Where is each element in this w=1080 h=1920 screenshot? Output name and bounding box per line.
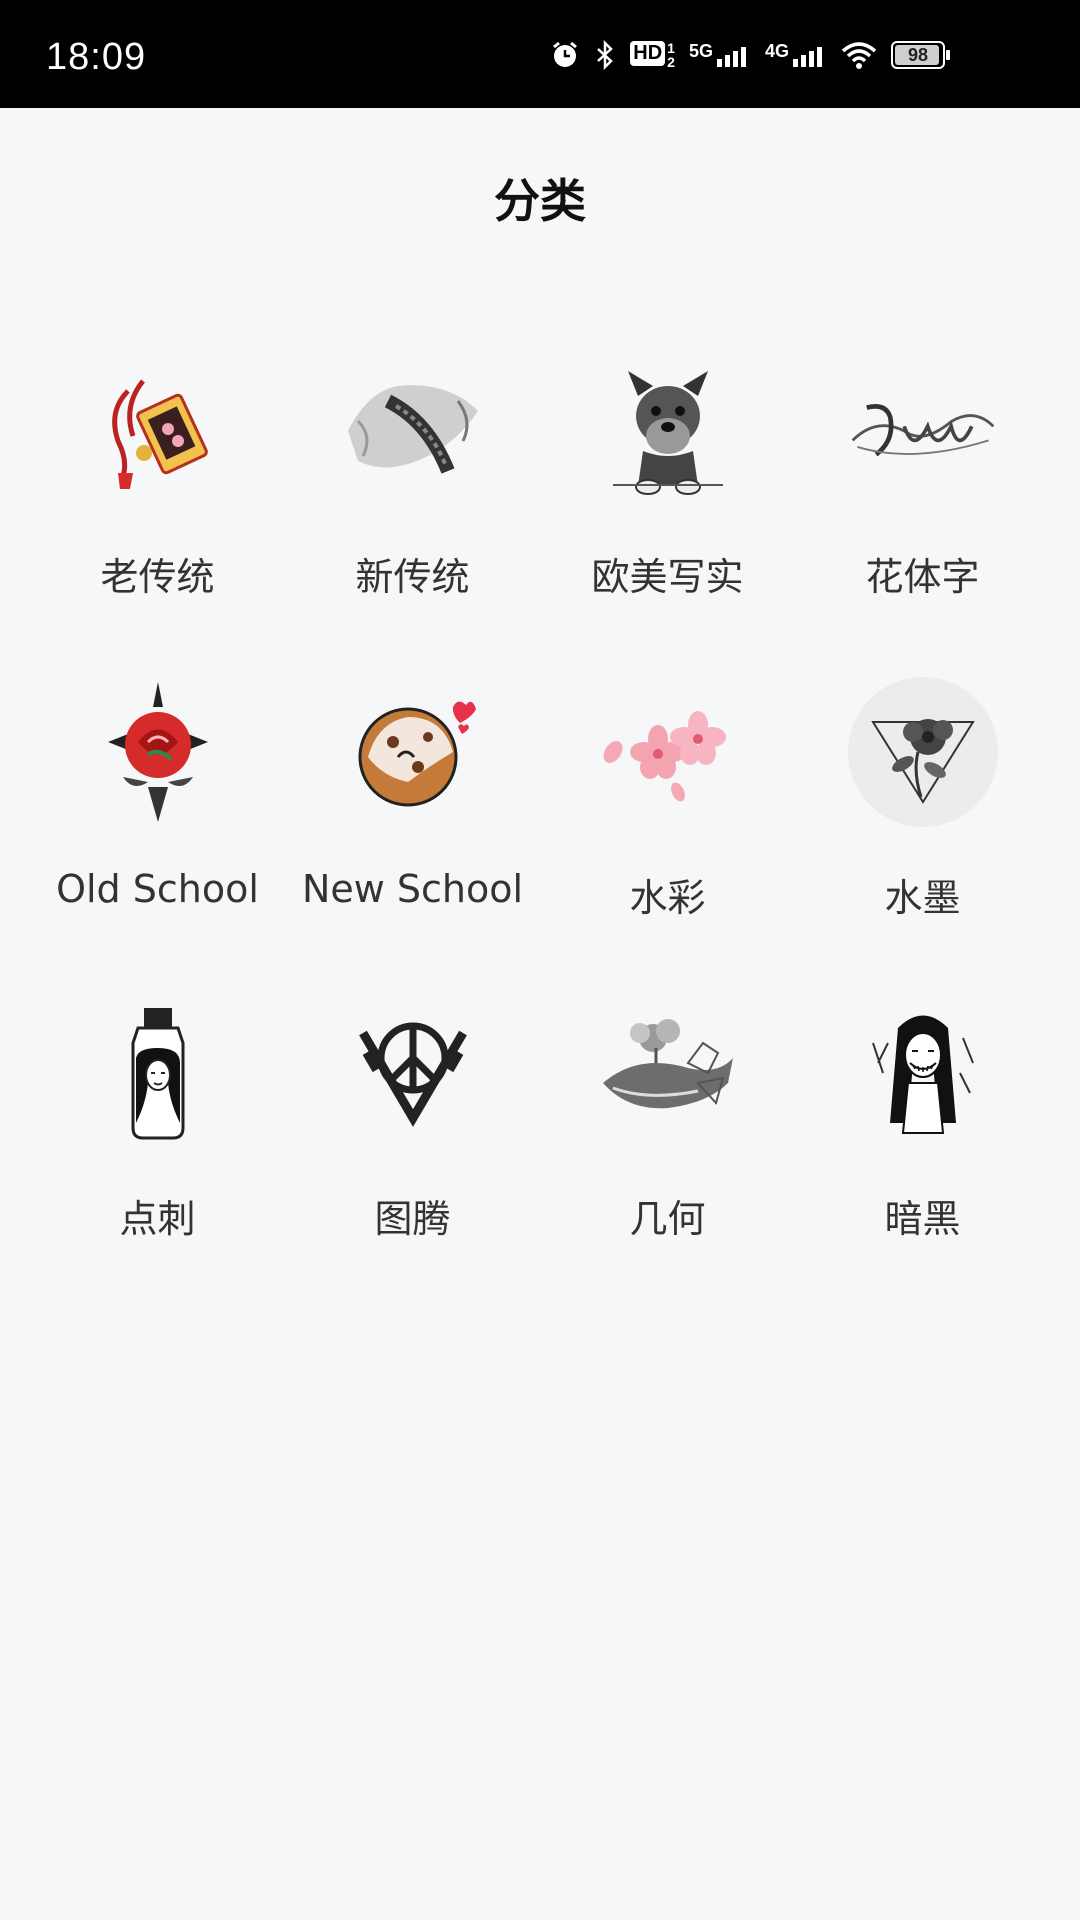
page-title: 分类 xyxy=(494,174,586,228)
category-item[interactable]: 新传统 xyxy=(285,300,540,621)
category-item[interactable]: 图腾 xyxy=(285,942,540,1263)
category-item[interactable]: 几何 xyxy=(540,942,795,1263)
signal-4g: 4G xyxy=(765,41,827,69)
signal-bars-icon xyxy=(716,47,746,67)
category-label: 欧美写实 xyxy=(591,555,744,599)
tattoo-peace-guns-icon xyxy=(338,998,488,1148)
battery-indicator: 98 xyxy=(891,41,950,69)
tattoo-donut-icon xyxy=(338,677,488,827)
category-item[interactable]: 欧美写实 xyxy=(540,300,795,621)
tattoo-dog-icon xyxy=(593,356,743,506)
category-label: Old School xyxy=(56,867,259,911)
category-label: 几何 xyxy=(629,1197,706,1241)
category-item[interactable]: 点刺 xyxy=(30,942,285,1263)
signal-bars-icon xyxy=(793,47,822,67)
category-item[interactable]: 老传统 xyxy=(30,300,285,621)
category-grid: 老传统 新传统 欧美写实 花体字 Old School New School 水… xyxy=(0,300,1080,1263)
wifi-icon xyxy=(841,42,877,69)
alarm-icon xyxy=(553,41,578,67)
category-label: 新传统 xyxy=(355,555,470,599)
category-item[interactable]: Old School xyxy=(30,621,285,942)
tattoo-blossom-icon xyxy=(593,677,743,827)
status-time: 18:09 xyxy=(46,36,147,78)
category-item[interactable]: 水彩 xyxy=(540,621,795,942)
tattoo-koi-icon xyxy=(338,356,488,506)
category-label: 老传统 xyxy=(100,555,215,599)
tattoo-bottle-girl-icon xyxy=(83,998,233,1148)
category-item[interactable]: 花体字 xyxy=(795,300,1050,621)
status-bar: 18:09 HD 1 2 5G 4G 98 xyxy=(0,0,1080,108)
category-label: 点刺 xyxy=(119,1197,196,1241)
category-label: 图腾 xyxy=(374,1197,451,1241)
category-item[interactable]: 暗黑 xyxy=(795,942,1050,1263)
status-icons: HD 1 2 5G 4G 98 xyxy=(550,40,950,70)
category-item[interactable]: 水墨 xyxy=(795,621,1050,942)
tattoo-omamori-icon xyxy=(83,356,233,506)
category-label: 水彩 xyxy=(629,876,706,920)
bluetooth-icon xyxy=(597,40,614,70)
tattoo-ink-flower-icon xyxy=(847,677,998,827)
hd-indicator: HD 1 2 xyxy=(630,41,675,69)
category-label: 花体字 xyxy=(865,555,980,599)
header: 分类 xyxy=(0,108,1080,258)
tattoo-whale-icon xyxy=(593,998,743,1148)
tattoo-dark-girl-icon xyxy=(848,998,998,1148)
signal-5g: 5G xyxy=(689,41,751,69)
category-label: New School xyxy=(301,867,524,911)
category-item[interactable]: New School xyxy=(285,621,540,942)
tattoo-rose-icon xyxy=(83,677,233,827)
category-label: 暗黑 xyxy=(884,1197,961,1241)
tattoo-lettering-icon xyxy=(848,356,998,506)
category-label: 水墨 xyxy=(884,876,961,920)
